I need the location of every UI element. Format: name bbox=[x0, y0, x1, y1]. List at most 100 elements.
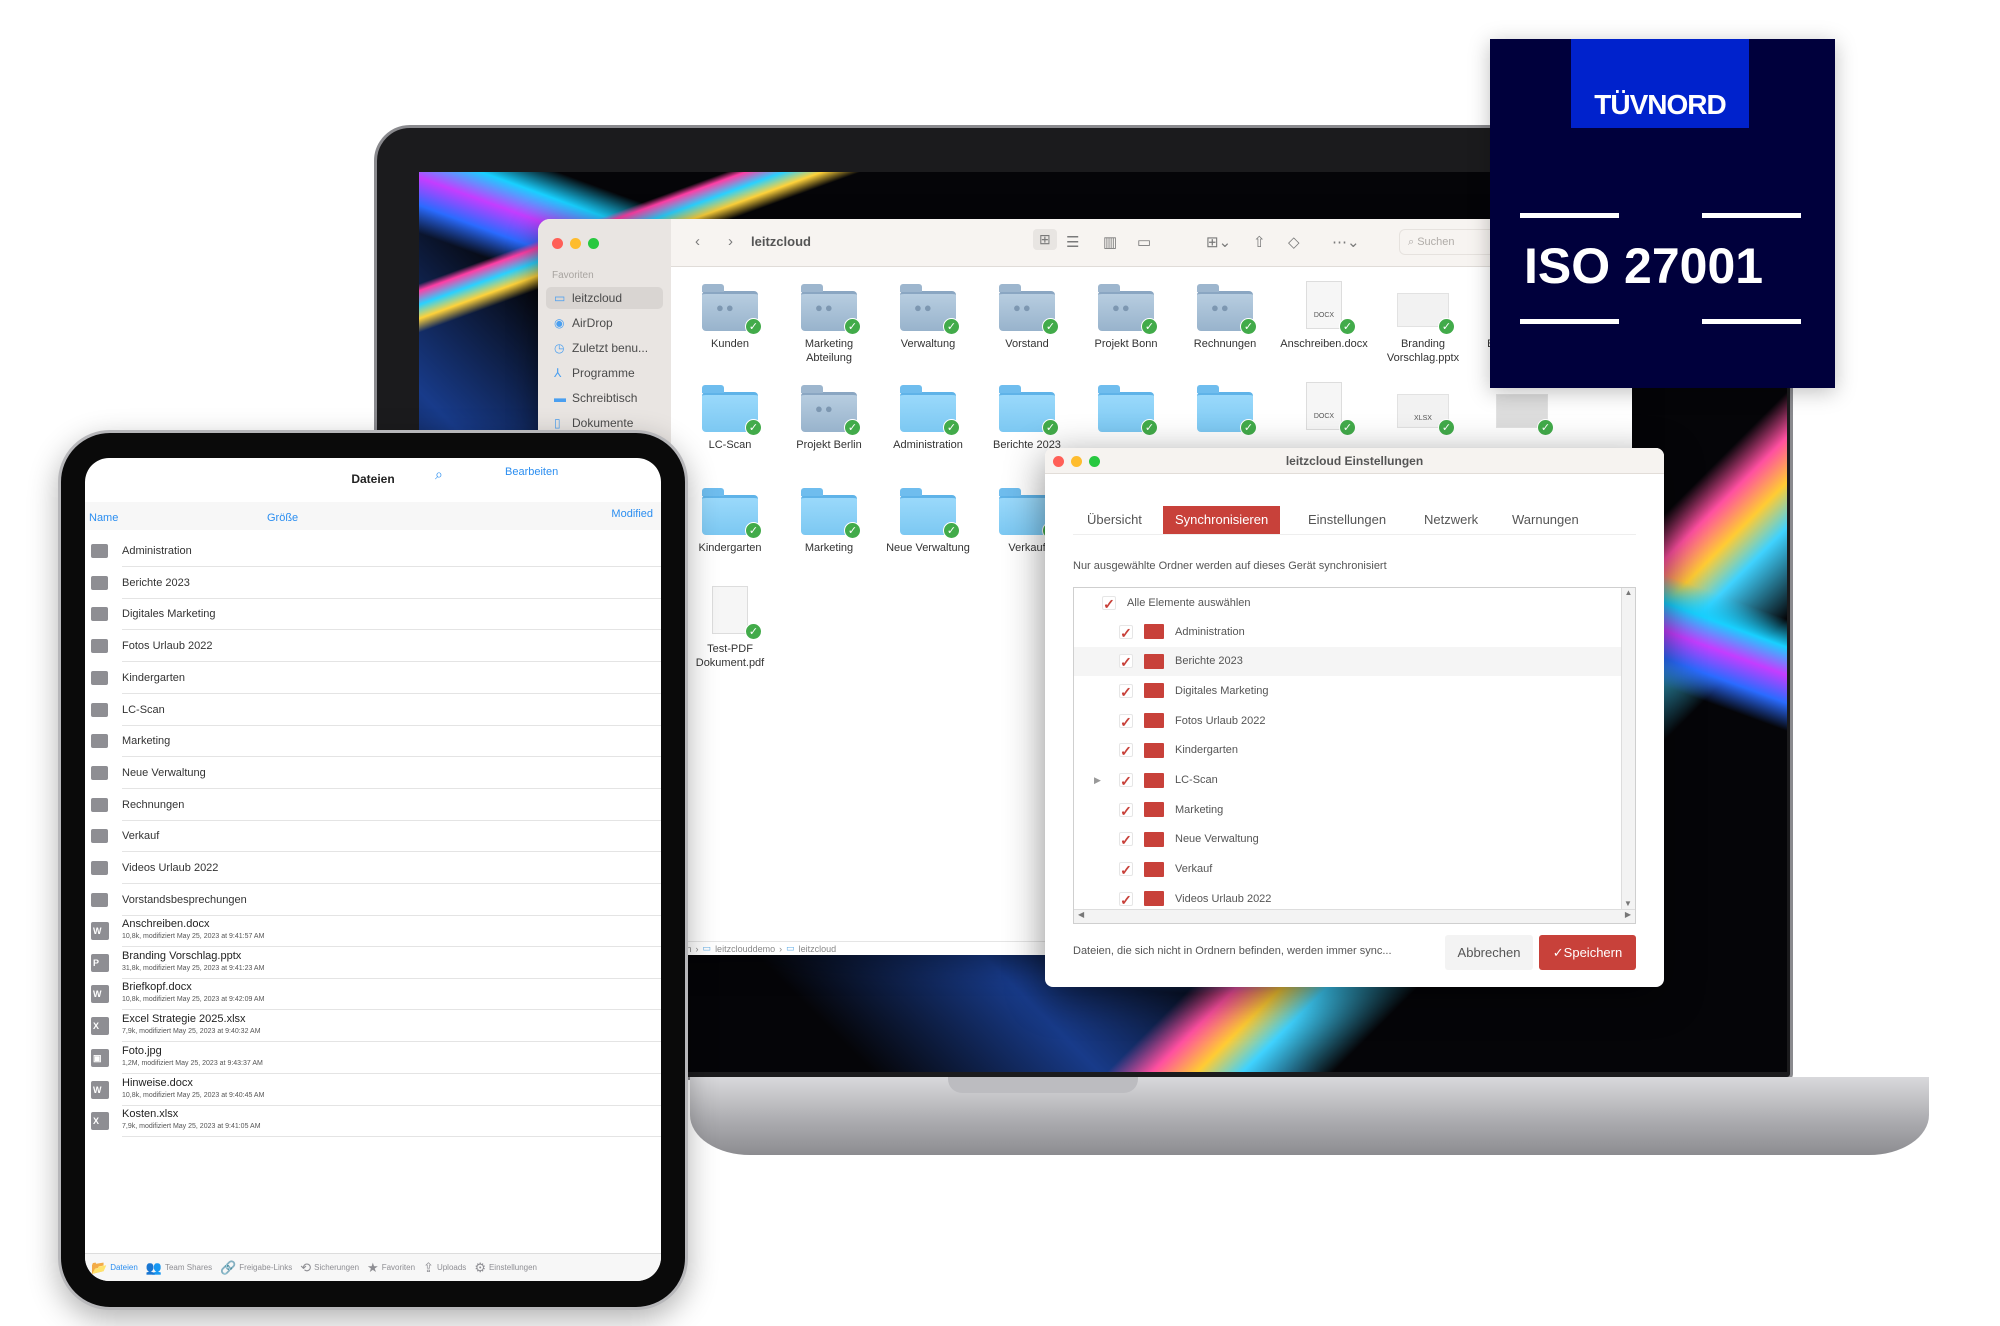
back-icon[interactable]: ‹ bbox=[695, 233, 700, 250]
folder-row[interactable]: ✓ Marketing bbox=[1074, 795, 1621, 824]
file-item[interactable]: ✓ Rechnungen bbox=[1177, 284, 1273, 351]
column-name[interactable]: Name bbox=[89, 512, 118, 524]
forward-icon[interactable]: › bbox=[728, 233, 733, 250]
checkbox[interactable]: ✓ bbox=[1119, 743, 1133, 758]
sidebar-item-zuletzt-benu-[interactable]: ◷ Zuletzt benu... bbox=[546, 337, 663, 359]
tab-favoriten[interactable]: ★ Favoriten bbox=[367, 1260, 415, 1276]
dialog-close-button[interactable] bbox=[1053, 456, 1064, 467]
checkbox[interactable]: ✓ bbox=[1119, 832, 1133, 847]
file-item[interactable]: ✓ Verwaltung bbox=[880, 284, 976, 351]
checkbox[interactable]: ✓ bbox=[1119, 773, 1133, 788]
list-item[interactable]: Administration bbox=[91, 536, 661, 567]
gallery-view-icon[interactable]: ▭ bbox=[1137, 233, 1151, 251]
checkbox[interactable]: ✓ bbox=[1119, 654, 1133, 669]
list-item[interactable]: ▣ Foto.jpg 1,2M, modifiziert May 25, 2023 … bbox=[91, 1043, 661, 1074]
horizontal-scrollbar[interactable]: ◀ ▶ bbox=[1074, 909, 1635, 923]
tab-dateien[interactable]: 📂 Dateien bbox=[91, 1260, 138, 1276]
tab-einstellungen[interactable]: ⚙ Einstellungen bbox=[474, 1260, 537, 1276]
file-item[interactable]: ✓ Marketing Abteilung bbox=[781, 284, 877, 365]
vertical-scrollbar[interactable]: ▲ ▼ bbox=[1621, 588, 1635, 910]
tab-freigabe-links[interactable]: 🔗 Freigabe-Links bbox=[220, 1260, 292, 1276]
folder-row[interactable]: ✓ Verkauf bbox=[1074, 855, 1621, 884]
file-item[interactable]: DOCX ✓ bbox=[1276, 382, 1372, 436]
tab-warnungen[interactable]: Warnungen bbox=[1500, 506, 1591, 534]
folder-row[interactable]: ▶ ✓ LC-Scan bbox=[1074, 766, 1621, 795]
list-item[interactable]: W Briefkopf.docx 10,8k, modifiziert May 25… bbox=[91, 979, 661, 1011]
tag-icon[interactable]: ◇ bbox=[1288, 233, 1300, 251]
sidebar-item-schreibtisch[interactable]: ▬ Schreibtisch bbox=[546, 387, 663, 409]
select-all-row[interactable]: ✓ Alle Elemente auswählen bbox=[1074, 588, 1621, 617]
list-view-icon[interactable]: ☰ bbox=[1066, 233, 1079, 251]
list-item[interactable]: Kindergarten bbox=[91, 663, 661, 694]
list-item[interactable]: Verkauf bbox=[91, 821, 661, 853]
tab-sicherungen[interactable]: ⟲ Sicherungen bbox=[300, 1260, 359, 1276]
tab-übersicht[interactable]: Übersicht bbox=[1075, 506, 1154, 534]
folder-row[interactable]: ✓ Digitales Marketing bbox=[1074, 676, 1621, 705]
close-button[interactable] bbox=[552, 238, 563, 249]
file-item[interactable]: ✓ Marketing bbox=[781, 488, 877, 555]
list-item[interactable]: W Hinweise.docx 10,8k, modifiziert May 25,… bbox=[91, 1075, 661, 1106]
file-item[interactable]: ✓ bbox=[1078, 385, 1174, 436]
file-item[interactable]: ✓ Vorstand bbox=[979, 284, 1075, 351]
checkbox[interactable]: ✓ bbox=[1119, 624, 1133, 640]
tab-netzwerk[interactable]: Netzwerk bbox=[1412, 506, 1490, 534]
sidebar-item-programme[interactable]: ⅄ Programme bbox=[546, 362, 663, 384]
search-icon[interactable]: ⌕ bbox=[435, 466, 443, 483]
folder-row[interactable]: ✓ Berichte 2023 bbox=[1074, 646, 1621, 676]
expand-arrow-icon[interactable]: ▶ bbox=[1094, 775, 1101, 786]
sidebar-item-airdrop[interactable]: ◉ AirDrop bbox=[546, 312, 663, 334]
minimize-button[interactable] bbox=[570, 238, 581, 249]
file-item[interactable]: ✓ Projekt Bonn bbox=[1078, 284, 1174, 351]
file-item[interactable]: ✓ bbox=[1474, 386, 1570, 436]
checkbox[interactable]: ✓ bbox=[1119, 713, 1133, 729]
file-item[interactable]: ✓ Berichte 2023 bbox=[979, 385, 1075, 452]
folder-row[interactable]: ✓ Administration bbox=[1074, 617, 1621, 646]
folder-row[interactable]: ✓ Neue Verwaltung bbox=[1074, 825, 1621, 854]
file-item[interactable]: ✓ Neue Verwaltung bbox=[880, 488, 976, 555]
list-item[interactable]: Vorstandsbesprechungen bbox=[91, 885, 661, 916]
share-icon[interactable]: ⇧ bbox=[1253, 233, 1266, 251]
edit-button[interactable]: Bearbeiten bbox=[505, 466, 558, 478]
list-item[interactable]: Digitales Marketing bbox=[91, 599, 661, 631]
sidebar-item-leitzcloud[interactable]: ▭ leitzcloud bbox=[546, 287, 663, 309]
checkbox[interactable]: ✓ bbox=[1102, 595, 1116, 611]
list-item[interactable]: Videos Urlaub 2022 bbox=[91, 853, 661, 884]
folder-row[interactable]: ✓ Kindergarten bbox=[1074, 736, 1621, 765]
file-item[interactable]: ✓ Projekt Berlin bbox=[781, 385, 877, 452]
list-item[interactable]: X Excel Strategie 2025.xlsx 7,9k, modifizi… bbox=[91, 1011, 661, 1043]
file-item[interactable]: ✓ Branding Vorschlag.pptx bbox=[1375, 285, 1471, 365]
file-item[interactable]: ✓ Test-PDF Dokument.pdf bbox=[682, 586, 778, 670]
folder-row[interactable]: ✓ Fotos Urlaub 2022 bbox=[1074, 706, 1621, 735]
list-item[interactable]: W Anschreiben.docx 10,8k, modifiziert May … bbox=[91, 916, 661, 947]
group-icon[interactable]: ⊞⌄ bbox=[1206, 233, 1231, 251]
dialog-zoom-button[interactable] bbox=[1089, 456, 1100, 467]
dialog-minimize-button[interactable] bbox=[1071, 456, 1082, 467]
cancel-button[interactable]: Abbrechen bbox=[1445, 935, 1533, 970]
column-view-icon[interactable]: ▥ bbox=[1103, 233, 1117, 251]
file-item[interactable]: ✓ bbox=[1177, 385, 1273, 436]
list-item[interactable]: Neue Verwaltung bbox=[91, 758, 661, 789]
file-item[interactable]: ✓ Kindergarten bbox=[682, 488, 778, 555]
column-modified[interactable]: Modified bbox=[611, 508, 653, 520]
checkbox[interactable]: ✓ bbox=[1119, 802, 1133, 818]
path-segment[interactable]: leitzcloud bbox=[799, 944, 837, 954]
list-item[interactable]: Berichte 2023 bbox=[91, 568, 661, 599]
list-item[interactable]: Rechnungen bbox=[91, 790, 661, 821]
icon-view-icon[interactable]: ⊞ bbox=[1033, 229, 1057, 250]
file-item[interactable]: XLSX ✓ bbox=[1375, 386, 1471, 436]
tab-team-shares[interactable]: 👥 Team Shares bbox=[146, 1260, 212, 1276]
checkbox[interactable]: ✓ bbox=[1119, 862, 1133, 877]
list-item[interactable]: X Kosten.xlsx 7,9k, modifiziert May 25, 20… bbox=[91, 1106, 661, 1138]
list-item[interactable]: Fotos Urlaub 2022 bbox=[91, 631, 661, 663]
zoom-button[interactable] bbox=[588, 238, 599, 249]
checkbox[interactable]: ✓ bbox=[1119, 891, 1133, 907]
save-button[interactable]: ✓Speichern bbox=[1539, 935, 1636, 970]
list-item[interactable]: LC-Scan bbox=[91, 695, 661, 726]
list-item[interactable]: P Branding Vorschlag.pptx 31,8k, modifizie… bbox=[91, 948, 661, 979]
tab-uploads[interactable]: ⇪ Uploads bbox=[423, 1260, 466, 1276]
tab-einstellungen[interactable]: Einstellungen bbox=[1296, 506, 1398, 534]
tab-synchronisieren[interactable]: Synchronisieren bbox=[1163, 506, 1281, 534]
file-item[interactable]: ✓ LC-Scan bbox=[682, 385, 778, 452]
more-icon[interactable]: ⋯⌄ bbox=[1332, 233, 1360, 251]
file-item[interactable]: DOCX ✓ Anschreiben.docx bbox=[1276, 281, 1372, 351]
